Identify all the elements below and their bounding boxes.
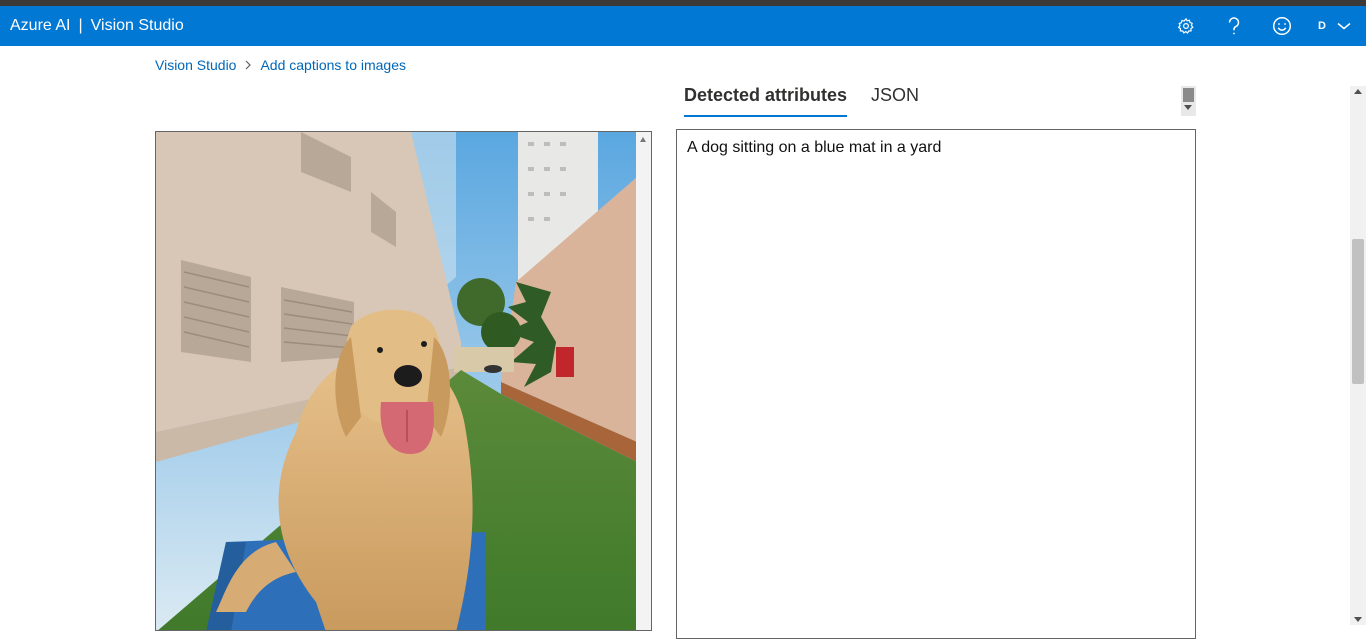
chevron-down-icon <box>1337 22 1351 30</box>
dog-in-yard-illustration <box>156 132 637 630</box>
brand-separator: | <box>78 17 83 34</box>
tabs-scrollbar-thumb[interactable] <box>1183 88 1194 102</box>
breadcrumb-chevron-right-icon <box>245 60 252 70</box>
help-button[interactable] <box>1214 6 1254 46</box>
page-scroll-down-icon[interactable] <box>1354 617 1362 622</box>
generated-caption: A dog sitting on a blue mat in a yard <box>687 139 942 156</box>
page-scrollbar[interactable] <box>1350 86 1366 625</box>
page-scrollbar-thumb[interactable] <box>1352 239 1364 384</box>
breadcrumb: Vision Studio Add captions to images <box>155 56 406 74</box>
dog-photo <box>156 132 637 630</box>
image-scrollbar[interactable] <box>636 132 651 630</box>
help-question-icon <box>1228 17 1240 35</box>
app-header: Azure AI | Vision Studio D <box>0 6 1366 46</box>
tab-json[interactable]: JSON <box>871 84 919 117</box>
image-preview-frame <box>155 131 652 631</box>
scroll-down-arrow-icon[interactable] <box>1184 105 1192 110</box>
result-tabs: Detected attributes JSON <box>684 84 943 118</box>
settings-gear-icon <box>1177 17 1194 34</box>
breadcrumb-item-add-captions[interactable]: Add captions to images <box>260 57 406 73</box>
feedback-smiley-icon <box>1272 16 1292 36</box>
scroll-up-arrow-icon[interactable] <box>640 137 646 142</box>
app-name: Vision Studio <box>90 17 184 34</box>
tab-detected-attributes[interactable]: Detected attributes <box>684 84 848 117</box>
settings-button[interactable] <box>1166 6 1206 46</box>
page-scroll-up-icon[interactable] <box>1354 89 1362 94</box>
tabs-scrollbar[interactable] <box>1181 86 1196 116</box>
brand-name: Azure AI <box>10 17 71 34</box>
feedback-button[interactable] <box>1262 6 1302 46</box>
app-brand[interactable]: Azure AI | Vision Studio <box>10 6 184 46</box>
account-menu-button[interactable] <box>1324 6 1364 46</box>
breadcrumb-item-vision-studio[interactable]: Vision Studio <box>155 57 236 73</box>
detected-attributes-panel: A dog sitting on a blue mat in a yard <box>676 129 1196 639</box>
